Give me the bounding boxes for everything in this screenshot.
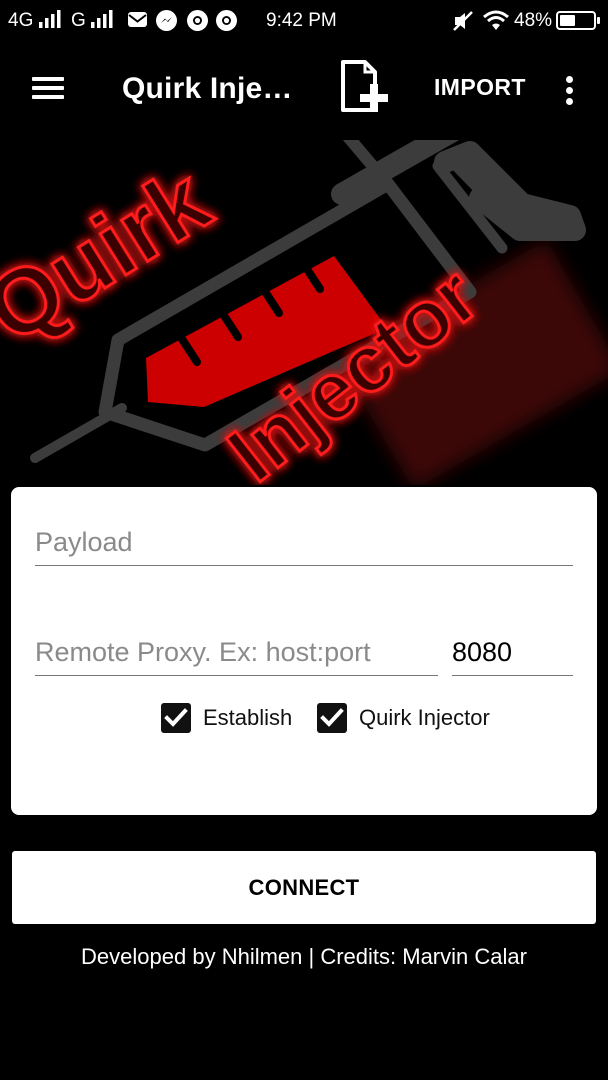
port-input[interactable]: 8080 [452, 629, 573, 676]
mute-icon [453, 11, 473, 31]
syringe-logo: Quirk Injector [0, 117, 608, 500]
port-value: 8080 [452, 637, 513, 667]
chrome-icon [187, 10, 208, 31]
chrome-icon [216, 10, 237, 31]
payload-placeholder: Payload [35, 527, 133, 557]
establish-checkbox[interactable]: Establish [161, 701, 292, 735]
quirk-injector-checkbox[interactable]: Quirk Injector [317, 701, 490, 735]
app-toolbar: Quirk Inje… IMPORT [0, 42, 608, 138]
more-vert-icon[interactable] [552, 64, 588, 116]
app-logo: Quirk Injector [0, 117, 608, 500]
quirk-injector-label: Quirk Injector [359, 705, 490, 730]
payload-input[interactable]: Payload [35, 519, 573, 566]
add-file-icon[interactable] [336, 58, 396, 118]
battery-level [560, 15, 576, 26]
remote-proxy-placeholder: Remote Proxy. Ex: host:port [35, 637, 371, 667]
network-type-2: G [71, 10, 113, 32]
credits-text: Developed by Nhilmen | Credits: Marvin C… [81, 944, 527, 969]
messenger-icon [156, 10, 177, 31]
battery-icon [556, 11, 600, 30]
status-bar: 4G G 9:42 PM 48% [0, 0, 608, 42]
checkbox-checked-icon[interactable] [317, 703, 347, 733]
remote-proxy-input[interactable]: Remote Proxy. Ex: host:port [35, 629, 438, 676]
network-label-g: G [71, 10, 86, 31]
connect-button[interactable]: CONNECT [12, 851, 596, 924]
logo-word-1: Quirk [0, 149, 227, 363]
signal-icon [38, 10, 61, 28]
checkbox-checked-icon[interactable] [161, 703, 191, 733]
clock: 9:42 PM [266, 10, 337, 31]
network-type-1: 4G [8, 10, 61, 32]
menu-icon[interactable] [22, 62, 74, 114]
establish-label: Establish [203, 705, 293, 730]
wifi-icon [483, 10, 509, 30]
import-button[interactable]: IMPORT [424, 74, 536, 101]
signal-icon [91, 10, 113, 28]
mail-icon [128, 12, 147, 27]
battery-percent: 48% [514, 10, 553, 31]
network-label-4g: 4G [8, 10, 34, 31]
connection-form: Payload Remote Proxy. Ex: host:port 8080… [11, 487, 597, 815]
app-title: Quirk Inje… [122, 72, 293, 105]
